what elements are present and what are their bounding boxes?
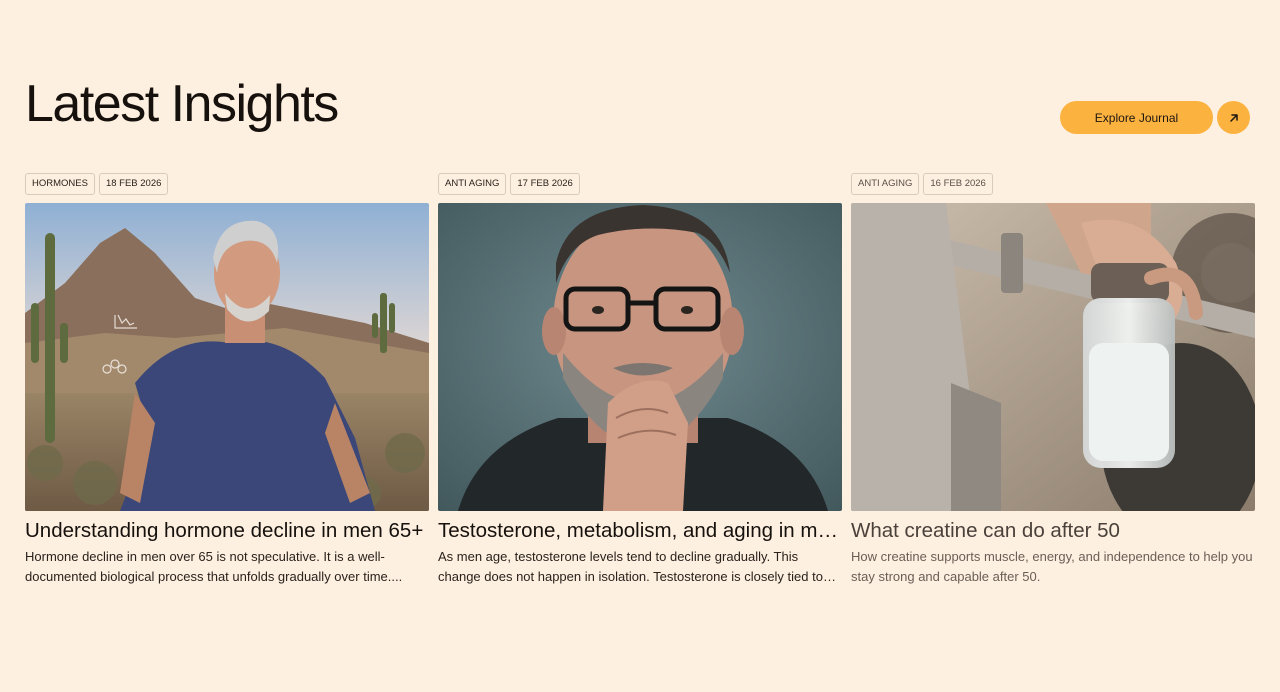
card-title[interactable]: Understanding hormone decline in men 65+	[25, 517, 429, 545]
card-excerpt: How creatine supports muscle, energy, an…	[851, 549, 1253, 584]
card-tags: HORMONES 18 FEB 2026	[25, 173, 429, 195]
category-tag[interactable]: ANTI AGING	[438, 173, 507, 195]
explore-journal-button[interactable]: Explore Journal	[1060, 101, 1213, 134]
card-image[interactable]	[25, 203, 429, 511]
article-card-hormone-decline[interactable]: HORMONES 18 FEB 2026 Understanding hormo…	[25, 173, 429, 584]
date-tag: 17 FEB 2026	[510, 173, 580, 195]
article-card-creatine-after-50[interactable]: ANTI AGING 16 FEB 2026 What creatine can…	[851, 173, 1255, 584]
card-image[interactable]	[438, 203, 842, 511]
explore-journal: Explore Journal	[1060, 101, 1250, 134]
card-title[interactable]: What creatine can do after 50	[851, 517, 1255, 545]
article-card-testosterone-metabolism[interactable]: ANTI AGING 17 FEB 2026 Testosterone, met…	[438, 173, 842, 584]
date-tag: 18 FEB 2026	[98, 173, 169, 195]
date-tag: 16 FEB 2026	[923, 173, 993, 195]
card-image[interactable]	[851, 203, 1255, 511]
card-title[interactable]: Testosterone, metabolism, and aging in m…	[438, 517, 842, 545]
explore-journal-arrow-button[interactable]	[1217, 101, 1250, 134]
card-excerpt: Hormone decline in men over 65 is not sp…	[25, 549, 403, 584]
card-tags: ANTI AGING 16 FEB 2026	[851, 173, 1255, 195]
page-title: Latest Insights	[25, 75, 339, 133]
category-tag[interactable]: HORMONES	[25, 173, 95, 195]
category-tag[interactable]: ANTI AGING	[851, 173, 920, 195]
arrow-up-right-icon	[1229, 113, 1238, 122]
card-tags: ANTI AGING 17 FEB 2026	[438, 173, 842, 195]
card-excerpt: As men age, testosterone levels tend to …	[438, 549, 823, 584]
